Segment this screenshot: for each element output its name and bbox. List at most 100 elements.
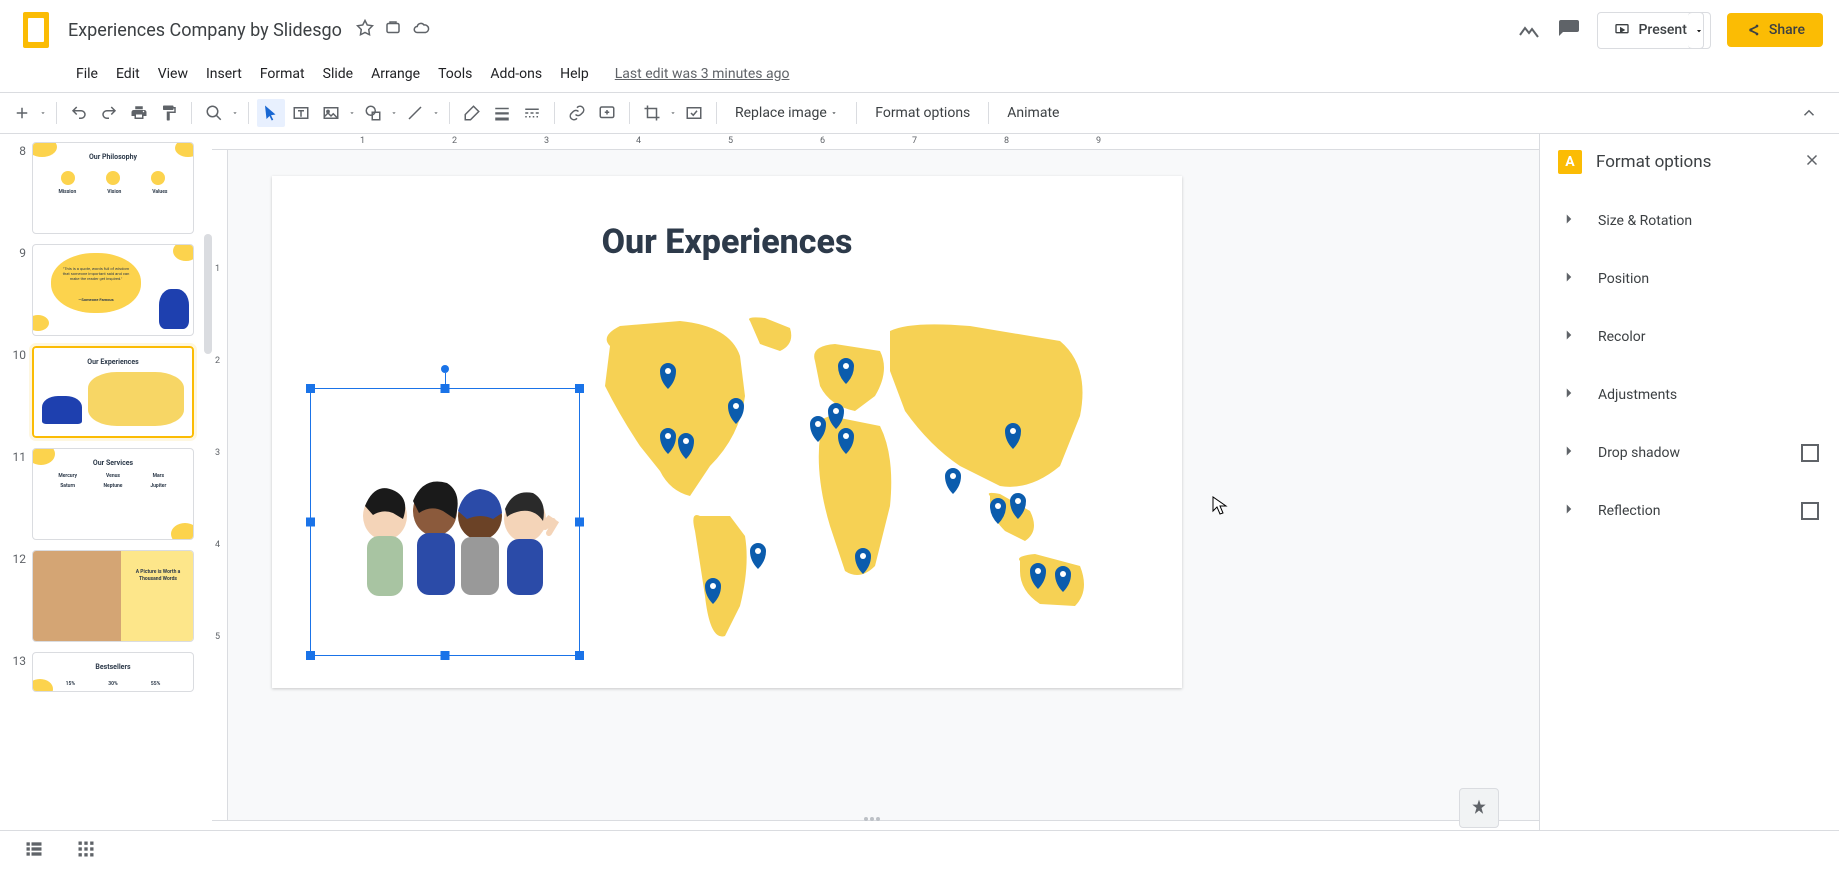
border-weight-button[interactable]: [488, 99, 516, 127]
shape-tool[interactable]: [359, 99, 387, 127]
collapse-toolbar-button[interactable]: [1795, 99, 1823, 127]
menu-bar: File Edit View Insert Format Slide Arran…: [0, 60, 1839, 88]
slide-thumb-8[interactable]: Our Philosophy Mission Vision Values: [32, 142, 194, 234]
panel-title: Format options: [1596, 152, 1803, 172]
footer: [0, 830, 1839, 870]
slide-number: 12: [12, 550, 32, 566]
slide-number: 8: [12, 142, 32, 158]
menu-addons[interactable]: Add-ons: [482, 62, 550, 86]
link-button[interactable]: [563, 99, 591, 127]
resize-handle-ne[interactable]: [575, 384, 584, 393]
menu-help[interactable]: Help: [552, 62, 597, 86]
chevron-right-icon: [1560, 442, 1578, 464]
slide-thumb-9[interactable]: "This is a quote, words full of wisdom t…: [32, 244, 194, 336]
image-dropdown[interactable]: [347, 109, 357, 117]
panel-reflection[interactable]: Reflection: [1540, 482, 1839, 540]
crop-dropdown[interactable]: [668, 109, 678, 117]
image-tool[interactable]: [317, 99, 345, 127]
textbox-tool[interactable]: [287, 99, 315, 127]
panel-adjustments[interactable]: Adjustments: [1540, 366, 1839, 424]
explore-button[interactable]: [1459, 788, 1499, 828]
notes-resize-handle[interactable]: [864, 817, 888, 823]
chevron-right-icon: [1560, 500, 1578, 522]
panel-icon: A: [1558, 150, 1582, 174]
resize-handle-e[interactable]: [575, 518, 584, 527]
menu-view[interactable]: View: [150, 62, 196, 86]
menu-insert[interactable]: Insert: [198, 62, 250, 86]
share-button[interactable]: Share: [1727, 13, 1823, 47]
panel-size-rotation[interactable]: Size & Rotation: [1540, 192, 1839, 250]
reset-image-button[interactable]: [680, 99, 708, 127]
menu-slide[interactable]: Slide: [315, 62, 361, 86]
replace-image-button[interactable]: Replace image: [725, 99, 848, 127]
slide-thumb-10[interactable]: Our Experiences: [32, 346, 194, 438]
slide-number: 9: [12, 244, 32, 260]
star-icon[interactable]: [356, 19, 374, 41]
resize-handle-se[interactable]: [575, 651, 584, 660]
print-button[interactable]: [125, 99, 153, 127]
crop-button[interactable]: [638, 99, 666, 127]
new-slide-button[interactable]: [8, 99, 36, 127]
panel-position[interactable]: Position: [1540, 250, 1839, 308]
line-dropdown[interactable]: [431, 109, 441, 117]
comments-icon[interactable]: [1557, 18, 1581, 42]
selected-image[interactable]: [310, 388, 580, 656]
border-color-button[interactable]: [458, 99, 486, 127]
border-dash-button[interactable]: [518, 99, 546, 127]
main-area: 8 Our Philosophy Mission Vision Values 9: [0, 134, 1839, 870]
slide-canvas[interactable]: Our Experiences: [272, 176, 1182, 688]
slide-filmstrip[interactable]: 8 Our Philosophy Mission Vision Values 9: [0, 134, 212, 870]
slide-thumb-12[interactable]: A Picture is Worth a Thousand Words: [32, 550, 194, 642]
shape-dropdown[interactable]: [389, 109, 399, 117]
select-tool[interactable]: [257, 99, 285, 127]
menu-file[interactable]: File: [68, 62, 106, 86]
slide-title-text[interactable]: Our Experiences: [272, 222, 1182, 262]
panel-drop-shadow[interactable]: Drop shadow: [1540, 424, 1839, 482]
horizontal-ruler[interactable]: 1 2 3 4 5 6 7 8 9: [212, 134, 1539, 150]
filmstrip-view-icon[interactable]: [24, 839, 44, 863]
shadow-checkbox[interactable]: [1801, 444, 1819, 462]
activity-icon[interactable]: [1517, 18, 1541, 42]
menu-tools[interactable]: Tools: [430, 62, 480, 86]
slide-number: 13: [12, 652, 32, 668]
resize-handle-sw[interactable]: [306, 651, 315, 660]
resize-handle-s[interactable]: [441, 651, 450, 660]
reflection-checkbox[interactable]: [1801, 502, 1819, 520]
filmstrip-scrollbar[interactable]: [204, 234, 212, 354]
app-logo[interactable]: [16, 10, 56, 50]
resize-handle-n[interactable]: [441, 384, 450, 393]
redo-button[interactable]: [95, 99, 123, 127]
slide-thumb-11[interactable]: Our Services Mercury Venus Mars Saturn N…: [32, 448, 194, 540]
chevron-right-icon: [1560, 268, 1578, 290]
menu-edit[interactable]: Edit: [108, 62, 148, 86]
panel-recolor[interactable]: Recolor: [1540, 308, 1839, 366]
cloud-icon[interactable]: [412, 19, 430, 41]
format-options-button[interactable]: Format options: [865, 99, 980, 127]
resize-handle-nw[interactable]: [306, 384, 315, 393]
menu-arrange[interactable]: Arrange: [363, 62, 428, 86]
world-map[interactable]: [590, 316, 1100, 656]
menu-format[interactable]: Format: [252, 62, 313, 86]
grid-view-icon[interactable]: [76, 839, 96, 863]
line-tool[interactable]: [401, 99, 429, 127]
present-dropdown[interactable]: [1688, 12, 1711, 49]
close-icon[interactable]: [1803, 151, 1821, 173]
format-options-panel: A Format options Size & Rotation Positio…: [1539, 134, 1839, 870]
resize-handle-w[interactable]: [306, 518, 315, 527]
comment-button[interactable]: [593, 99, 621, 127]
slide-thumb-13[interactable]: Bestsellers 15% 30% 55%: [32, 652, 194, 692]
undo-button[interactable]: [65, 99, 93, 127]
move-icon[interactable]: [384, 19, 402, 41]
zoom-button[interactable]: [200, 99, 228, 127]
rotation-handle[interactable]: [441, 365, 449, 373]
animate-button[interactable]: Animate: [997, 99, 1069, 127]
chevron-right-icon: [1560, 384, 1578, 406]
zoom-dropdown[interactable]: [230, 109, 240, 117]
people-illustration: [335, 471, 561, 611]
document-title[interactable]: Experiences Company by Slidesgo: [68, 20, 342, 41]
new-slide-dropdown[interactable]: [38, 109, 48, 117]
paint-format-button[interactable]: [155, 99, 183, 127]
title-bar: Experiences Company by Slidesgo Present …: [0, 0, 1839, 60]
last-edit-link[interactable]: Last edit was 3 minutes ago: [615, 66, 790, 82]
chevron-right-icon: [1560, 210, 1578, 232]
